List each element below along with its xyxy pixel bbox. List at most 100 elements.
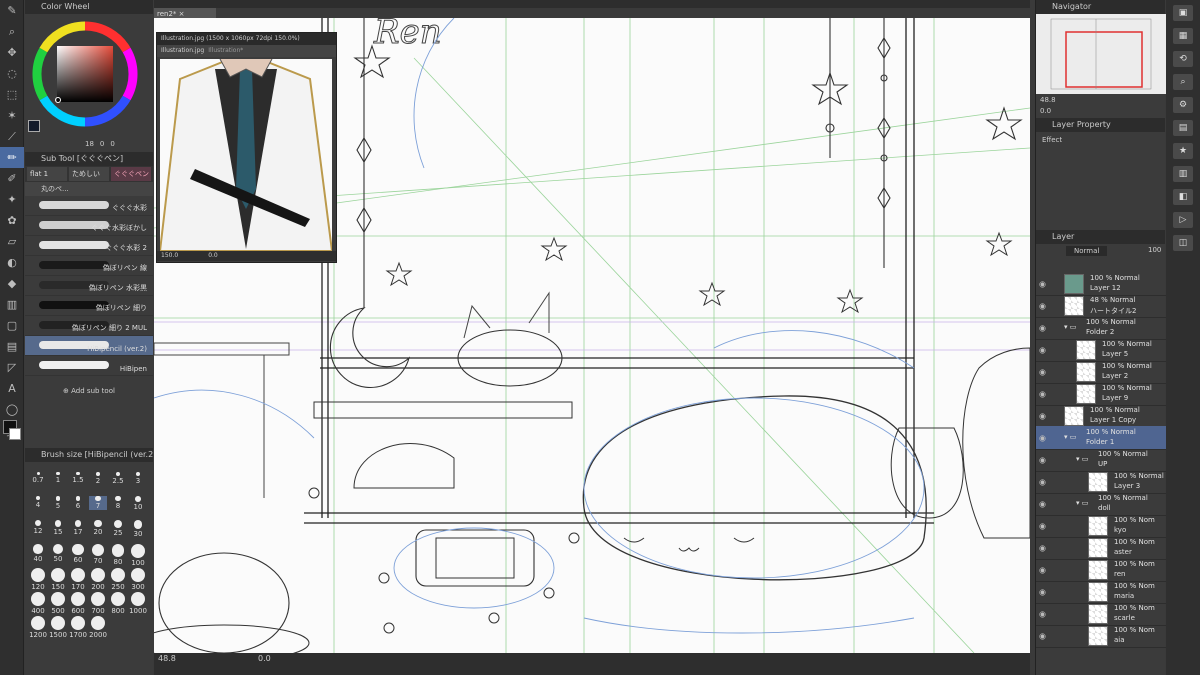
brush-size-option[interactable]: 250 (109, 568, 127, 591)
layer-folder-row[interactable]: ◉ ▾ ▭ 100 % Normal Folder 2 (1036, 316, 1166, 340)
brush-size-option[interactable]: 800 (109, 592, 127, 615)
panel-toggle-icon[interactable]: ▣ (1173, 5, 1193, 21)
visibility-eye-icon[interactable]: ◉ (1039, 477, 1046, 486)
layer-row[interactable]: ◉ 100 % Normal Layer 1 Copy (1036, 404, 1166, 428)
navigator-angle[interactable]: 0.0 (1040, 107, 1051, 115)
brush-size-option[interactable]: 8 (109, 496, 127, 510)
fill-icon[interactable]: ◆ (0, 273, 24, 294)
timeline-icon[interactable]: ▥ (1173, 166, 1193, 182)
visibility-eye-icon[interactable]: ◉ (1039, 389, 1046, 398)
tab-tameshii[interactable]: ためしい (69, 167, 109, 181)
visibility-eye-icon[interactable]: ◉ (1039, 587, 1046, 596)
brush-size-option[interactable]: 1500 (49, 616, 67, 639)
layer-folder-row[interactable]: ◉ ▾ ▭ 100 % Normal doll (1036, 492, 1166, 516)
layer-row[interactable]: ◉ 100 % Normal Layer 3 (1036, 470, 1166, 494)
visibility-eye-icon[interactable]: ◉ (1039, 345, 1046, 354)
navigator-zoom[interactable]: 48.8 (1040, 96, 1056, 104)
visibility-eye-icon[interactable]: ◉ (1039, 499, 1046, 508)
layer-row[interactable]: ◉ 100 % Nom aster (1036, 536, 1166, 560)
layer-row[interactable]: ◉ 100 % Nom kyo (1036, 514, 1166, 538)
visibility-eye-icon[interactable]: ◉ (1039, 609, 1046, 618)
quick-access-icon[interactable]: ★ (1173, 143, 1193, 159)
magic-wand-icon[interactable]: ✶ (0, 105, 24, 126)
brush-item[interactable]: ぐぐぐ水彩 (25, 196, 153, 216)
frame-icon[interactable]: ▤ (0, 336, 24, 357)
brush-size-option[interactable]: 17 (69, 520, 87, 536)
history-icon[interactable]: ⟲ (1173, 51, 1193, 67)
ruler-icon[interactable]: ◸ (0, 357, 24, 378)
brush-size-option[interactable]: 0.7 (29, 472, 47, 484)
brush-size-option[interactable]: 60 (69, 544, 87, 564)
brush-size-option[interactable]: 50 (49, 544, 67, 563)
brush-tool-icon[interactable]: ✐ (0, 168, 24, 189)
visibility-eye-icon[interactable]: ◉ (1039, 301, 1046, 310)
brush-item[interactable]: ぐぐぐ水彩ぼかし (25, 216, 153, 236)
folder-icon[interactable]: ▾ ▭ (1076, 499, 1088, 507)
item-bank-icon[interactable]: ▤ (1173, 120, 1193, 136)
visibility-eye-icon[interactable]: ◉ (1039, 323, 1046, 332)
layer-row[interactable]: ◉ 100 % Nom ren (1036, 558, 1166, 582)
visibility-eye-icon[interactable]: ◉ (1039, 565, 1046, 574)
brush-size-option[interactable]: 1000 (129, 592, 147, 615)
layer-row[interactable]: ◉ 100 % Nom aia (1036, 624, 1166, 648)
brush-item[interactable]: 偽ぼリペン 線 (25, 256, 153, 276)
brush-size-option[interactable]: 2000 (89, 616, 107, 639)
current-color-swatch[interactable] (28, 120, 40, 132)
brush-size-option[interactable]: 40 (29, 544, 47, 563)
brush-item[interactable]: 偽ぼリペン 水彩黒 (25, 276, 153, 296)
visibility-eye-icon[interactable]: ◉ (1039, 279, 1046, 288)
layer-opacity[interactable]: 100 (1148, 246, 1161, 254)
brush-size-option[interactable]: 1 (49, 472, 67, 484)
move-icon[interactable]: ✥ (0, 42, 24, 63)
layer-row[interactable]: ◉ 48 % Normal ハートタイル2 (1036, 294, 1166, 318)
balloon-icon[interactable]: ◯ (0, 399, 24, 420)
figure-icon[interactable]: ▢ (0, 315, 24, 336)
layer-row[interactable]: ◉ 100 % Normal Layer 2 (1036, 360, 1166, 384)
brush-item[interactable]: 偽ぼリペン 細り (25, 296, 153, 316)
tab-gugugu-pen[interactable]: ぐぐぐペン (111, 167, 151, 181)
brush-size-option[interactable]: 500 (49, 592, 67, 615)
brush-size-option[interactable]: 80 (109, 544, 127, 566)
brush-size-option[interactable]: 1700 (69, 616, 87, 639)
brush-size-option[interactable]: 120 (29, 568, 47, 591)
close-icon[interactable]: × (179, 10, 185, 18)
select-icon[interactable]: ⬚ (0, 84, 24, 105)
layer-row[interactable]: ◉ 100 % Normal Layer 5 (1036, 338, 1166, 362)
visibility-eye-icon[interactable]: ◉ (1039, 543, 1046, 552)
tab-flat1[interactable]: flat 1 (27, 167, 67, 181)
lasso-icon[interactable]: ◌ (0, 63, 24, 84)
brush-size-option[interactable]: 400 (29, 592, 47, 615)
brush-size-option[interactable]: 15 (49, 520, 67, 536)
pencil-tool-icon[interactable]: ✏ (0, 147, 24, 168)
visibility-eye-icon[interactable]: ◉ (1039, 433, 1046, 442)
add-sub-tool-button[interactable]: ⊕ Add sub tool (25, 384, 153, 398)
decoration-icon[interactable]: ✿ (0, 210, 24, 231)
folder-icon[interactable]: ▾ ▭ (1076, 455, 1088, 463)
brush-item[interactable]: HiBipen (25, 356, 153, 376)
brush-size-option[interactable]: 2.5 (109, 472, 127, 485)
eyedropper-icon[interactable]: ⟋ (0, 126, 24, 147)
brush-item[interactable]: 偽ぼリペン 細り 2 MUL (25, 316, 153, 336)
auto-action-icon[interactable]: ▷ (1173, 212, 1193, 228)
visibility-eye-icon[interactable]: ◉ (1039, 521, 1046, 530)
brush-size-option[interactable]: 2 (89, 472, 107, 485)
brush-size-option[interactable]: 1.5 (69, 472, 87, 484)
text-icon[interactable]: A (0, 378, 24, 399)
layer-row[interactable]: ◉ 100 % Nom maria (1036, 580, 1166, 604)
reference-tab-2[interactable]: Illustration* (208, 45, 243, 57)
sub-tool-group[interactable]: 丸のペ... (25, 182, 153, 196)
blend-mode-select[interactable]: Normal (1066, 246, 1108, 256)
brush-size-option[interactable]: 700 (89, 592, 107, 615)
sub-color-swatch[interactable] (9, 428, 21, 440)
airbrush-icon[interactable]: ✦ (0, 189, 24, 210)
visibility-eye-icon[interactable]: ◉ (1039, 411, 1046, 420)
tool-property-icon[interactable]: ⚙ (1173, 97, 1193, 113)
animation-icon[interactable]: ◫ (1173, 235, 1193, 251)
layer-row[interactable]: ◉ 100 % Normal Layer 12 (1036, 272, 1166, 296)
reference-window[interactable]: Illustration.jpg (1500 x 1060px 72dpi 15… (156, 32, 337, 263)
gradient-icon[interactable]: ▥ (0, 294, 24, 315)
folder-icon[interactable]: ▾ ▭ (1064, 433, 1076, 441)
pen-tool-icon[interactable]: ✎ (0, 0, 24, 21)
status-angle[interactable]: 0.0 (258, 654, 271, 663)
brush-item[interactable]: ぐぐぐ水彩 2 (25, 236, 153, 256)
